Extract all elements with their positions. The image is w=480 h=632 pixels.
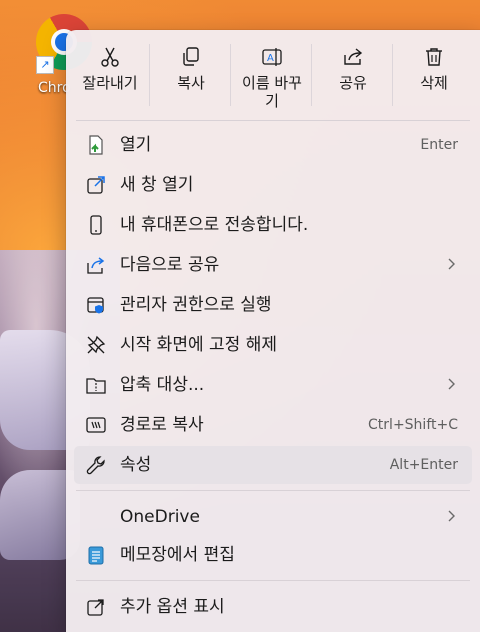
share-icon (87, 257, 105, 274)
menu-item-label: 속성 (120, 455, 152, 475)
open-file-icon (89, 135, 103, 155)
copy-path-icon (86, 417, 106, 433)
notepad-icon (88, 546, 104, 565)
trash-icon (426, 48, 442, 66)
rename-label-line2: 기 (265, 92, 279, 110)
menu-divider (76, 120, 470, 121)
menu-item-shortcut: Enter (420, 137, 458, 153)
unpin-icon (87, 335, 106, 354)
menu-item-label: 경로로 복사 (120, 415, 204, 435)
menu-item-label: 내 휴대폰으로 전송합니다. (120, 215, 309, 235)
toolbar-divider (149, 44, 150, 106)
menu-item-share-with[interactable]: 다음으로 공유 (74, 246, 472, 284)
menu-item-show-more-options[interactable]: 추가 옵션 표시 (74, 588, 472, 626)
menu-divider (76, 580, 470, 581)
toolbar-divider (311, 44, 312, 106)
menu-item-new-window[interactable]: 새 창 열기 (74, 166, 472, 204)
menu-item-label: 메모장에서 편집 (120, 545, 235, 565)
menu-divider (76, 490, 470, 491)
cut-label: 잘라내기 (82, 74, 138, 92)
share-button[interactable]: 공유 (314, 38, 392, 114)
menu-item-onedrive[interactable]: OneDrive (74, 498, 472, 536)
context-menu-toolbar: 잘라내기 복사 A 이름 바꾸 기 공유 삭제 (66, 30, 480, 114)
svg-text:A: A (267, 53, 274, 64)
menu-item-run-as-admin[interactable]: 관리자 권한으로 실행 (74, 286, 472, 324)
chevron-right-icon (448, 378, 455, 390)
wrench-icon (86, 456, 105, 475)
delete-button[interactable]: 삭제 (395, 38, 473, 114)
menu-item-open[interactable]: 열기 Enter (74, 126, 472, 164)
share-label: 공유 (339, 74, 367, 92)
menu-item-label: 다음으로 공유 (120, 255, 220, 275)
zip-folder-icon (86, 378, 106, 394)
copy-label: 복사 (177, 74, 205, 92)
shortcut-arrow-icon: ↗ (36, 56, 54, 74)
menu-item-properties[interactable]: 속성 Alt+Enter (74, 446, 472, 484)
share-icon (344, 48, 363, 65)
menu-item-label: 추가 옵션 표시 (120, 597, 225, 617)
copy-icon (183, 47, 199, 66)
admin-shield-icon (87, 297, 104, 314)
rename-icon: A (262, 48, 282, 66)
menu-item-label: 열기 (120, 135, 152, 155)
menu-item-compress[interactable]: 압축 대상... (74, 366, 472, 404)
rename-button[interactable]: A 이름 바꾸 기 (233, 38, 311, 114)
menu-item-shortcut: Ctrl+Shift+C (368, 417, 458, 433)
menu-item-copy-path[interactable]: 경로로 복사 Ctrl+Shift+C (74, 406, 472, 444)
menu-item-send-phone[interactable]: 내 휴대폰으로 전송합니다. (74, 206, 472, 244)
menu-item-unpin-start[interactable]: 시작 화면에 고정 해제 (74, 326, 472, 364)
menu-item-label: 압축 대상... (120, 375, 205, 395)
copy-button[interactable]: 복사 (152, 38, 230, 114)
menu-item-label: 관리자 권한으로 실행 (120, 295, 272, 315)
cut-button[interactable]: 잘라내기 (71, 38, 149, 114)
menu-item-label: OneDrive (120, 507, 200, 527)
delete-label: 삭제 (420, 74, 448, 92)
open-external-icon (87, 176, 105, 194)
chevron-right-icon (448, 258, 455, 270)
menu-item-label: 시작 화면에 고정 해제 (120, 335, 277, 355)
phone-icon (90, 215, 102, 235)
menu-item-edit-notepad[interactable]: 메모장에서 편집 (74, 536, 472, 574)
toolbar-divider (392, 44, 393, 106)
toolbar-divider (230, 44, 231, 106)
scissors-icon (101, 47, 119, 67)
menu-item-shortcut: Alt+Enter (389, 457, 458, 473)
chevron-right-icon (448, 510, 455, 522)
context-menu: 잘라내기 복사 A 이름 바꾸 기 공유 삭제 열기 Enter 새 창 열기 … (66, 30, 480, 632)
rename-label-line1: 이름 바꾸 (242, 74, 302, 92)
menu-item-label: 새 창 열기 (120, 175, 194, 195)
more-options-icon (87, 599, 104, 616)
